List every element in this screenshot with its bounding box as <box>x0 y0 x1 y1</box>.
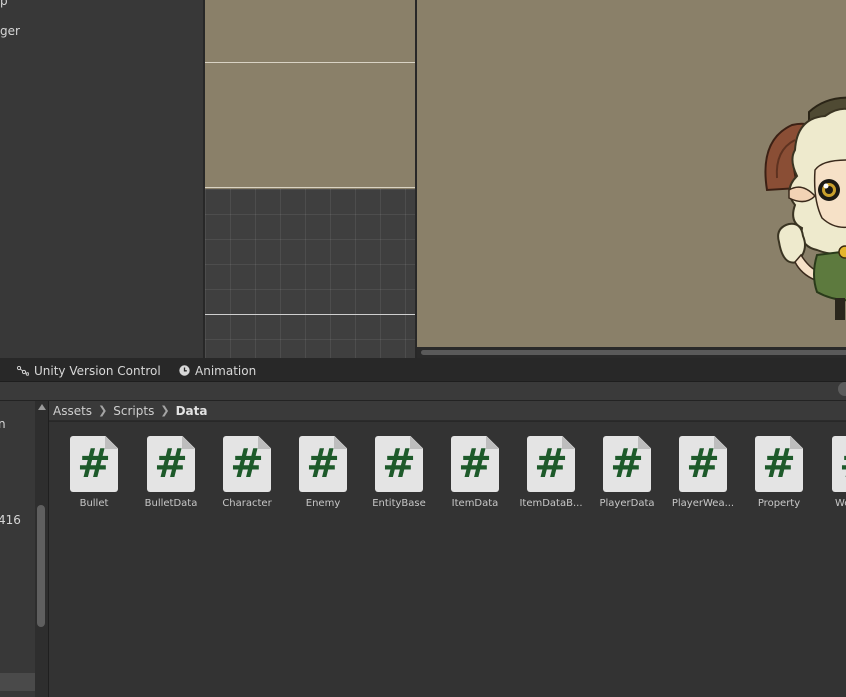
scroll-up-arrow-icon[interactable] <box>38 404 46 410</box>
asset-label: Enemy <box>305 498 341 509</box>
toolbar-menu-button[interactable] <box>838 382 846 396</box>
chevron-right-icon: ❯ <box>160 404 170 417</box>
csharp-script-icon: # <box>451 436 499 492</box>
asset-label: ItemDataB... <box>519 498 583 509</box>
asset-label: Bullet <box>79 498 109 509</box>
hierarchy-item[interactable]: ger <box>0 24 20 38</box>
scene-horizontal-scrollbar[interactable] <box>417 347 846 358</box>
tab-label: Unity Version Control <box>34 363 161 378</box>
asset-item[interactable]: # Character <box>209 436 285 509</box>
asset-label: We <box>835 498 846 509</box>
asset-label: PlayerWea... <box>671 498 735 509</box>
animation-timeline[interactable] <box>205 0 415 358</box>
asset-item[interactable]: # Bullet <box>56 436 132 509</box>
folder-tree-item[interactable]: 416 <box>0 513 21 527</box>
bottom-tab-bar: Unity Version Control Animation <box>0 360 846 382</box>
hierarchy-panel: p ger <box>0 0 203 358</box>
asset-label: Character <box>222 498 272 509</box>
scene-view[interactable] <box>417 0 846 347</box>
asset-grid[interactable]: # Bullet # BulletData # Character # Enem… <box>49 422 846 697</box>
folder-tree-item[interactable]: n <box>0 417 6 431</box>
asset-item[interactable]: # We <box>817 436 846 509</box>
asset-item[interactable]: # Enemy <box>285 436 361 509</box>
csharp-script-icon: # <box>679 436 727 492</box>
character-sprite[interactable] <box>417 0 846 347</box>
asset-label: ItemData <box>451 498 499 509</box>
csharp-script-icon: # <box>147 436 195 492</box>
csharp-script-icon: # <box>832 436 846 492</box>
tab-unity-version-control[interactable]: Unity Version Control <box>17 360 161 381</box>
timeline-divider <box>205 62 415 63</box>
timeline-divider <box>205 314 415 315</box>
csharp-script-icon: # <box>755 436 803 492</box>
tab-animation[interactable]: Animation <box>179 360 256 381</box>
project-folder-tree[interactable]: n 416 <box>0 401 35 697</box>
version-control-icon <box>17 365 29 376</box>
chevron-right-icon: ❯ <box>98 404 108 417</box>
asset-item[interactable]: # EntityBase <box>361 436 437 509</box>
csharp-script-icon: # <box>375 436 423 492</box>
hierarchy-item[interactable]: p <box>0 0 8 8</box>
asset-item[interactable]: # Property <box>741 436 817 509</box>
scrollbar-thumb[interactable] <box>421 350 846 355</box>
breadcrumb-data[interactable]: Data <box>176 404 208 418</box>
asset-label: EntityBase <box>372 498 426 509</box>
folder-tree-scrollbar[interactable] <box>35 401 48 697</box>
csharp-script-icon: # <box>223 436 271 492</box>
asset-item[interactable]: # PlayerData <box>589 436 665 509</box>
csharp-script-icon: # <box>299 436 347 492</box>
scrollbar-thumb[interactable] <box>37 505 45 627</box>
csharp-script-icon: # <box>70 436 118 492</box>
clock-icon <box>179 365 190 376</box>
timeline-divider <box>205 187 415 188</box>
asset-label: Property <box>757 498 801 509</box>
folder-tree-selected-row[interactable] <box>0 673 35 691</box>
asset-item[interactable]: # PlayerWea... <box>665 436 741 509</box>
breadcrumb-scripts[interactable]: Scripts <box>113 404 154 418</box>
breadcrumb: Assets ❯ Scripts ❯ Data <box>49 401 846 421</box>
csharp-script-icon: # <box>527 436 575 492</box>
csharp-script-icon: # <box>603 436 651 492</box>
asset-label: BulletData <box>144 498 198 509</box>
asset-item[interactable]: # ItemData <box>437 436 513 509</box>
breadcrumb-assets[interactable]: Assets <box>53 404 92 418</box>
project-toolbar <box>0 382 846 401</box>
tab-label: Animation <box>195 363 257 378</box>
curve-grid[interactable] <box>205 189 415 358</box>
asset-item[interactable]: # ItemDataB... <box>513 436 589 509</box>
asset-item[interactable]: # BulletData <box>133 436 209 509</box>
asset-label: PlayerData <box>599 498 655 509</box>
